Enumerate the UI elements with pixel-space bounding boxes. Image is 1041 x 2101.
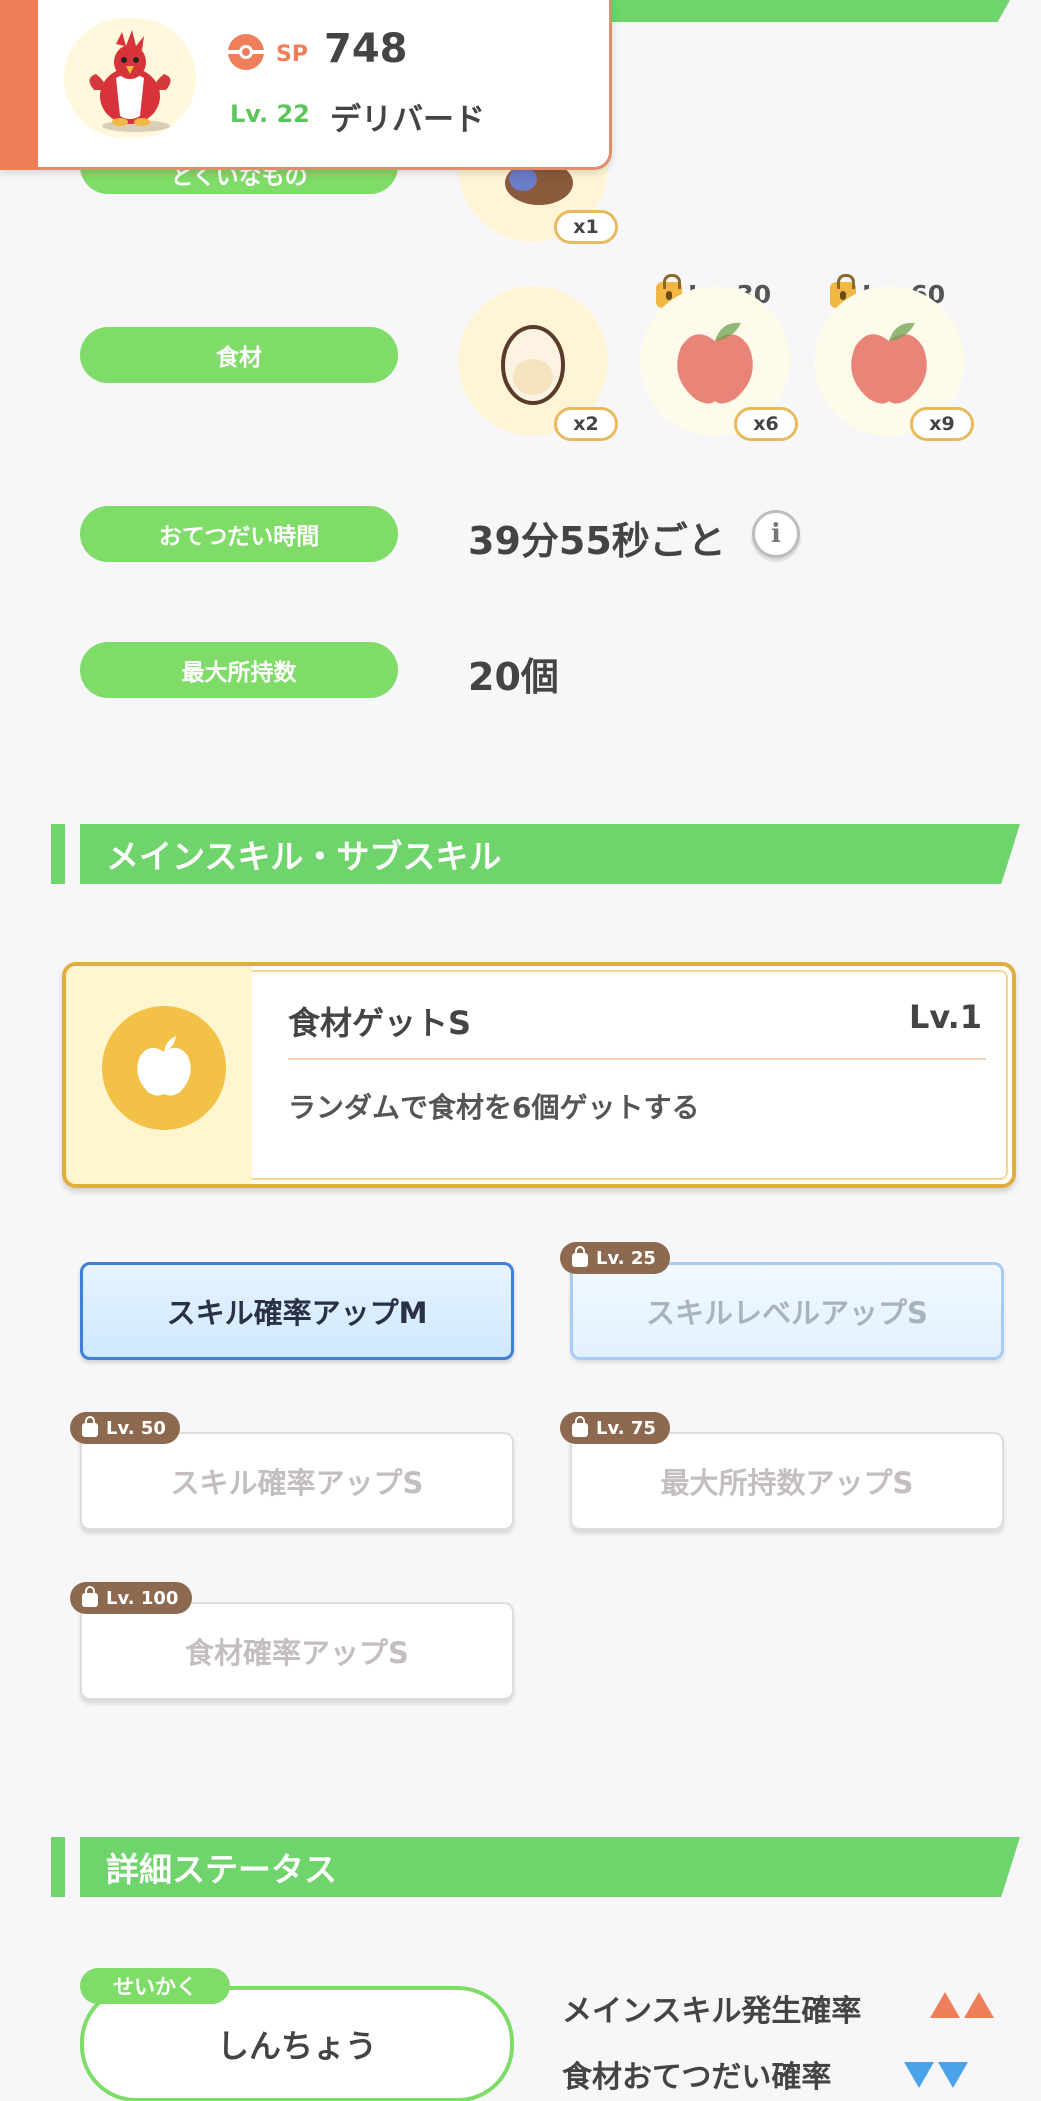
lock-icon — [572, 1246, 588, 1267]
effect-up-label: メインスキル発生確率 — [562, 1994, 862, 2029]
sub-skill-2[interactable]: スキルレベルアップS — [570, 1262, 1004, 1360]
main-skill-icon-area — [66, 966, 252, 1184]
main-skill-description: ランダムで食材を6個ゲットする — [288, 1091, 700, 1124]
lock-icon — [572, 1416, 588, 1437]
section-marker — [51, 1837, 65, 1897]
previous-section-bar — [600, 0, 1010, 22]
divider — [288, 1058, 986, 1060]
sub-skill-4[interactable]: 最大所持数アップS — [570, 1432, 1004, 1530]
pokemon-level: Lv. 22 — [230, 100, 310, 128]
ingredient-apple-2-quantity: x9 — [910, 407, 974, 441]
sp-icon — [226, 32, 266, 72]
max-carry-label: 最大所持数 — [80, 642, 398, 698]
pokemon-avatar — [64, 18, 196, 138]
section-marker — [51, 824, 65, 884]
sub-skill-1[interactable]: スキル確率アップM — [80, 1262, 514, 1360]
sp-value: 748 — [324, 26, 408, 72]
effect-down-label: 食材おてつだい確率 — [562, 2060, 832, 2095]
lock-icon — [82, 1416, 98, 1437]
skills-section-title: メインスキル・サブスキル — [80, 824, 1020, 884]
header-accent-stripe — [0, 0, 38, 170]
help-time-label: おてつだい時間 — [80, 506, 398, 562]
ingredient-apple-1-quantity: x6 — [734, 407, 798, 441]
ingredient-skill-icon — [102, 1006, 226, 1130]
detail-section-title: 詳細ステータス — [80, 1837, 1020, 1897]
down-arrows-icon — [904, 2062, 968, 2088]
ingredients-label: 食材 — [80, 327, 398, 383]
berry-quantity: x1 — [554, 210, 618, 244]
main-skill-name: 食材ゲットS — [288, 1004, 472, 1042]
main-skill-card[interactable]: 食材ゲットS Lv.1 ランダムで食材を6個ゲットする — [62, 962, 1016, 1188]
max-carry-value: 20個 — [468, 655, 559, 699]
pokemon-name: デリバード — [330, 102, 485, 138]
sp-label: SP — [276, 42, 308, 67]
main-skill-level: Lv.1 — [908, 998, 982, 1036]
help-time-value: 39分55秒ごと — [468, 519, 726, 563]
ingredient-egg-quantity: x2 — [554, 407, 618, 441]
sub-skill-4-unlock-tag: Lv. 75 — [560, 1412, 670, 1444]
sub-skill-2-unlock-tag: Lv. 25 — [560, 1242, 670, 1274]
nature-tag: せいかく — [80, 1968, 230, 2004]
info-icon[interactable]: i — [752, 510, 800, 558]
sub-skill-3-unlock-tag: Lv. 50 — [70, 1412, 180, 1444]
sub-skill-5-unlock-tag: Lv. 100 — [70, 1582, 193, 1614]
lock-icon — [82, 1586, 98, 1607]
delibird-icon — [89, 30, 171, 132]
apple-icon — [851, 322, 927, 404]
egg-icon — [501, 325, 565, 405]
up-arrows-icon — [930, 1992, 994, 2018]
apple-icon — [677, 322, 753, 404]
sub-skill-3[interactable]: スキル確率アップS — [80, 1432, 514, 1530]
sub-skill-5[interactable]: 食材確率アップS — [80, 1602, 514, 1700]
